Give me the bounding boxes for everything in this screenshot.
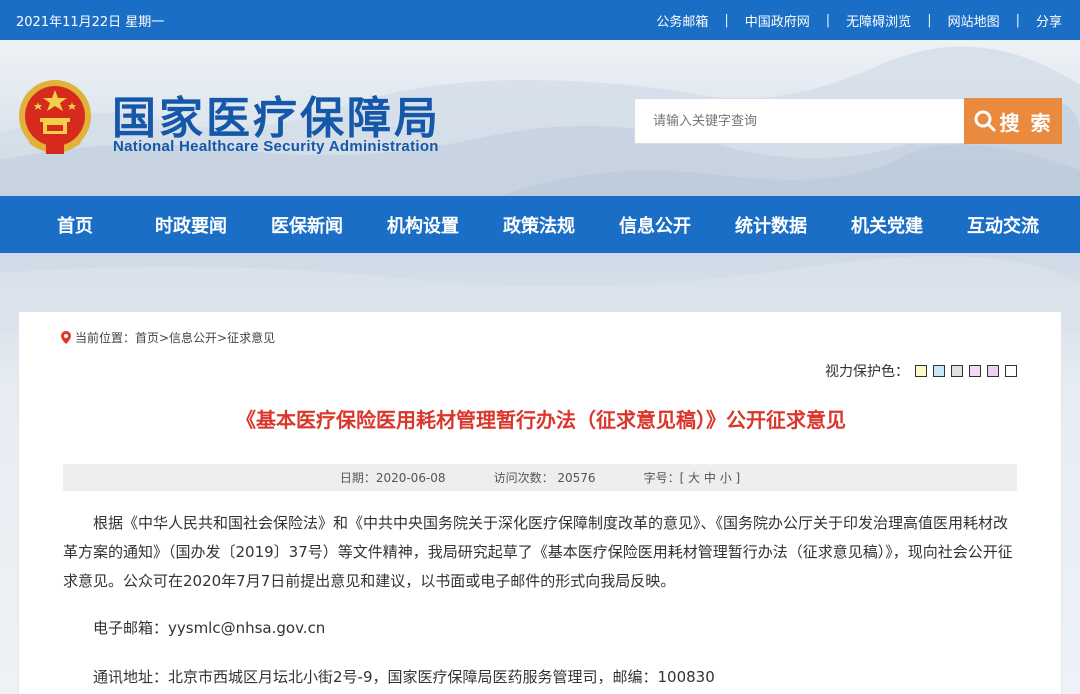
article-date: 日期：2020-06-08 — [339, 471, 446, 485]
site-header: 国家医疗保障局 National Healthcare Security Adm… — [0, 40, 1080, 196]
current-date: 2021年11月22日 星期一 — [16, 15, 165, 30]
address-line: 通讯地址：北京市西城区月坛北小街2号-9，国家医疗保障局医药服务管理司，邮编：1… — [93, 668, 715, 686]
link-sitemap[interactable]: 网站地图 — [948, 11, 1000, 30]
color-swatch-gray[interactable] — [951, 365, 963, 377]
color-swatch-yellow[interactable] — [915, 365, 927, 377]
eye-protection-colors: 视力保护色： — [825, 361, 1017, 381]
color-swatch-violet[interactable] — [987, 365, 999, 377]
search-icon — [974, 110, 996, 132]
color-swatch-white[interactable] — [1005, 365, 1017, 377]
eye-protection-label: 视力保护色： — [825, 364, 909, 380]
article-meta: 日期：2020-06-08 访问次数： 20576 字号：[ 大 中 小 ] — [63, 464, 1017, 491]
nav-party-building[interactable]: 机关党建 — [829, 212, 945, 238]
nav-statistics[interactable]: 统计数据 — [713, 212, 829, 238]
article-title: 《基本医疗保险医用耗材管理暂行办法（征求意见稿）》公开征求意见 — [236, 408, 846, 432]
search-button-label: 搜 索 — [999, 110, 1053, 135]
article-visits: 访问次数： 20576 — [493, 471, 596, 485]
link-accessibility[interactable]: 无障碍浏览 — [846, 11, 911, 30]
breadcrumb-text[interactable]: 当前位置：首页>信息公开>征求意见 — [75, 329, 275, 346]
nav-policies[interactable]: 政策法规 — [481, 212, 597, 238]
location-pin-icon — [61, 331, 71, 344]
font-size-control[interactable]: 字号：[ 大 中 小 ] — [644, 469, 741, 486]
nav-home[interactable]: 首页 — [17, 212, 133, 238]
search-bar: 搜 索 — [634, 98, 1062, 144]
main-nav: 首页 时政要闻 医保新闻 机构设置 政策法规 信息公开 统计数据 机关党建 互动… — [0, 196, 1080, 253]
color-swatch-pink[interactable] — [969, 365, 981, 377]
nav-healthcare-news[interactable]: 医保新闻 — [249, 212, 365, 238]
nav-info-disclosure[interactable]: 信息公开 — [597, 212, 713, 238]
top-utility-bar: 2021年11月22日 星期一 公务邮箱 | 中国政府网 | 无障碍浏览 | 网… — [0, 0, 1080, 40]
utility-links: 公务邮箱 | 中国政府网 | 无障碍浏览 | 网站地图 | 分享 — [656, 11, 1062, 30]
divider: | — [927, 13, 932, 28]
article-body: 根据《中华人民共和国社会保险法》和《中共中央国务院关于深化医疗保障制度改革的意见… — [63, 509, 1017, 596]
site-logo-en[interactable]: National Healthcare Security Administrat… — [113, 138, 439, 155]
link-share[interactable]: 分享 — [1036, 11, 1062, 30]
email-line: 电子邮箱：yysmlc@nhsa.gov.cn — [93, 619, 326, 637]
nav-politics-news[interactable]: 时政要闻 — [133, 212, 249, 238]
nav-interaction[interactable]: 互动交流 — [945, 212, 1061, 238]
nav-organization[interactable]: 机构设置 — [365, 212, 481, 238]
search-button[interactable]: 搜 索 — [964, 98, 1062, 144]
national-emblem-icon — [19, 80, 91, 154]
link-gov-cn[interactable]: 中国政府网 — [745, 11, 810, 30]
site-logo-cn[interactable]: 国家医疗保障局 — [112, 82, 441, 146]
search-input[interactable] — [634, 98, 964, 144]
link-official-mail[interactable]: 公务邮箱 — [656, 11, 708, 30]
divider: | — [724, 13, 729, 28]
color-swatch-blue[interactable] — [933, 365, 945, 377]
breadcrumb: 当前位置：首页>信息公开>征求意见 — [61, 329, 275, 346]
divider: | — [1015, 13, 1020, 28]
article-paragraph: 根据《中华人民共和国社会保险法》和《中共中央国务院关于深化医疗保障制度改革的意见… — [63, 514, 1013, 590]
article-card: 当前位置：首页>信息公开>征求意见 视力保护色： 《基本医疗保险医用耗材管理暂行… — [18, 311, 1062, 694]
divider: | — [825, 13, 831, 28]
